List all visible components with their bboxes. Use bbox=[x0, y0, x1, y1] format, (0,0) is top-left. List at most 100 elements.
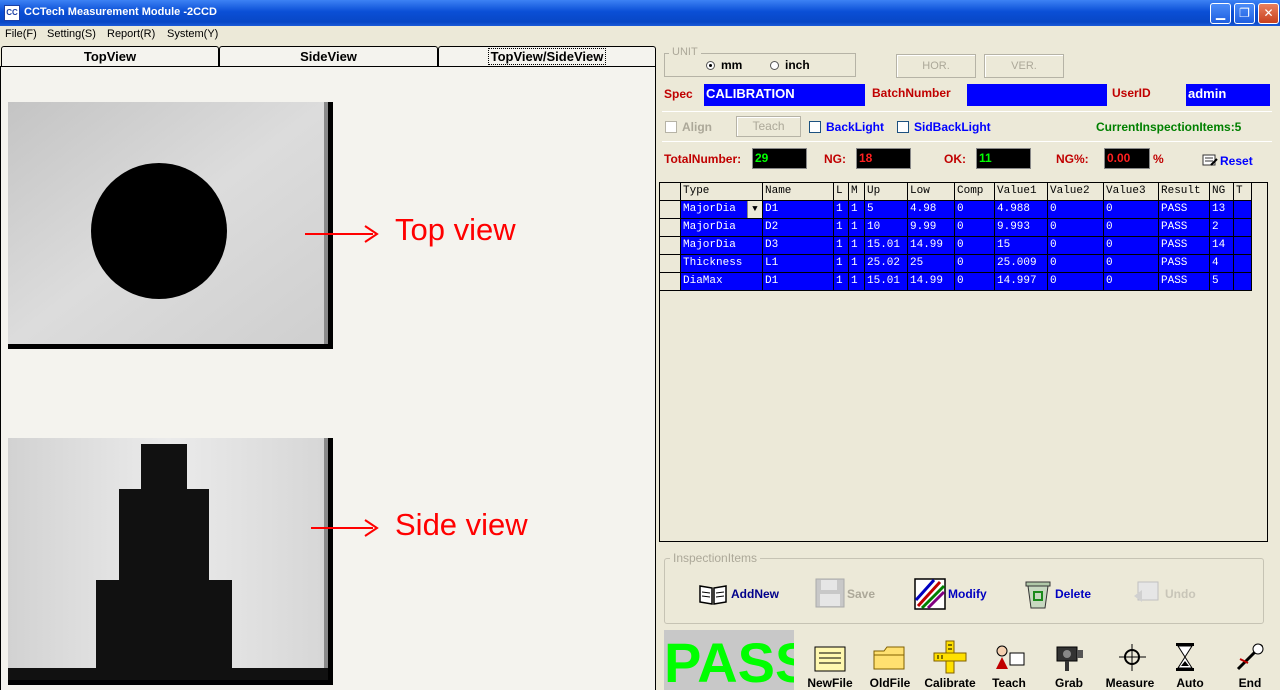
menu-setting[interactable]: Setting(S) bbox=[47, 28, 96, 40]
grid-cell-r2-result[interactable]: PASS bbox=[1159, 219, 1210, 237]
grid-row-header[interactable] bbox=[660, 237, 681, 255]
toolbar-teach[interactable]: Teach bbox=[982, 676, 1036, 690]
modify-icon[interactable] bbox=[914, 578, 946, 610]
grid-row-header[interactable] bbox=[660, 201, 681, 219]
grid-cell-r1-l[interactable]: 1 bbox=[834, 201, 849, 219]
teach-icon[interactable] bbox=[992, 643, 1026, 673]
grid-header-comp[interactable]: Comp bbox=[955, 183, 995, 201]
calibrate-icon[interactable] bbox=[933, 640, 967, 674]
grid-header-name[interactable]: Name bbox=[763, 183, 834, 201]
grid-cell-r4-result[interactable]: PASS bbox=[1159, 255, 1210, 273]
grid-header-value3[interactable]: Value3 bbox=[1104, 183, 1159, 201]
save-icon[interactable] bbox=[815, 578, 845, 608]
grid-cell-r3-m[interactable]: 1 bbox=[849, 237, 865, 255]
end-icon[interactable] bbox=[1234, 641, 1268, 673]
toolbar-grab[interactable]: Grab bbox=[1044, 676, 1094, 690]
grid-cell-r3-value1[interactable]: 15 bbox=[995, 237, 1048, 255]
grid-cell-r4-t[interactable] bbox=[1234, 255, 1252, 273]
grid-cell-r3-comp[interactable]: 0 bbox=[955, 237, 995, 255]
grid-cell-r5-value3[interactable]: 0 bbox=[1104, 273, 1159, 291]
undo-icon[interactable] bbox=[1132, 580, 1162, 608]
modify-button[interactable]: Modify bbox=[948, 587, 987, 601]
grid-cell-r4-m[interactable]: 1 bbox=[849, 255, 865, 273]
teach-button[interactable]: Teach bbox=[736, 116, 801, 137]
grid-cell-r5-value1[interactable]: 14.997 bbox=[995, 273, 1048, 291]
grid-cell-r3-value3[interactable]: 0 bbox=[1104, 237, 1159, 255]
grid-cell-r1-name[interactable]: D1 bbox=[763, 201, 834, 219]
grid-cell-r5-result[interactable]: PASS bbox=[1159, 273, 1210, 291]
grid-header-value2[interactable]: Value2 bbox=[1048, 183, 1104, 201]
grid-cell-r1-comp[interactable]: 0 bbox=[955, 201, 995, 219]
grid-header-result[interactable]: Result bbox=[1159, 183, 1210, 201]
grid-cell-r1-value3[interactable]: 0 bbox=[1104, 201, 1159, 219]
radio-inch[interactable] bbox=[770, 61, 779, 70]
spec-field[interactable]: CALIBRATION bbox=[704, 84, 865, 106]
grid-cell-r5-value2[interactable]: 0 bbox=[1048, 273, 1104, 291]
menu-file[interactable]: File(F) bbox=[5, 28, 37, 40]
grid-cell-r3-l[interactable]: 1 bbox=[834, 237, 849, 255]
grid-cell-r1-result[interactable]: PASS bbox=[1159, 201, 1210, 219]
grid-cell-r5-m[interactable]: 1 bbox=[849, 273, 865, 291]
grid-cell-r3-result[interactable]: PASS bbox=[1159, 237, 1210, 255]
grid-cell-r5-t[interactable] bbox=[1234, 273, 1252, 291]
menu-report[interactable]: Report(R) bbox=[107, 28, 155, 40]
grid-cell-r2-value3[interactable]: 0 bbox=[1104, 219, 1159, 237]
grid-cell-r2-value2[interactable]: 0 bbox=[1048, 219, 1104, 237]
grid-cell-r4-comp[interactable]: 0 bbox=[955, 255, 995, 273]
batch-field[interactable] bbox=[967, 84, 1107, 106]
grid-cell-r4-value2[interactable]: 0 bbox=[1048, 255, 1104, 273]
toolbar-auto[interactable]: Auto bbox=[1165, 676, 1215, 690]
grid-cell-r2-up[interactable]: 10 bbox=[865, 219, 908, 237]
grid-cell-r3-up[interactable]: 15.01 bbox=[865, 237, 908, 255]
grid-cell-r3-type[interactable]: MajorDia bbox=[681, 237, 763, 255]
hor-button[interactable]: HOR. bbox=[896, 54, 976, 78]
grid-cell-r5-name[interactable]: D1 bbox=[763, 273, 834, 291]
sidbacklight-checkbox[interactable] bbox=[897, 121, 909, 133]
grid-cell-r2-comp[interactable]: 0 bbox=[955, 219, 995, 237]
grid-cell-r1-type[interactable]: MajorDia ▼ bbox=[681, 201, 763, 219]
grid-cell-r5-ng[interactable]: 5 bbox=[1210, 273, 1234, 291]
grid-cell-r1-value1[interactable]: 4.988 bbox=[995, 201, 1048, 219]
grid-cell-r1-ng[interactable]: 13 bbox=[1210, 201, 1234, 219]
minimize-button[interactable]: ▁ bbox=[1210, 3, 1231, 24]
grid-header-l[interactable]: L bbox=[834, 183, 849, 201]
grid-cell-r3-low[interactable]: 14.99 bbox=[908, 237, 955, 255]
userid-field[interactable]: admin bbox=[1186, 84, 1270, 106]
save-button[interactable]: Save bbox=[847, 587, 875, 601]
grid-cell-r3-ng[interactable]: 14 bbox=[1210, 237, 1234, 255]
grid-header-up[interactable]: Up bbox=[865, 183, 908, 201]
grid-cell-r2-value1[interactable]: 9.993 bbox=[995, 219, 1048, 237]
grid-cell-r2-l[interactable]: 1 bbox=[834, 219, 849, 237]
grid-cell-r3-value2[interactable]: 0 bbox=[1048, 237, 1104, 255]
undo-button[interactable]: Undo bbox=[1165, 587, 1196, 601]
grid-cell-r1-t[interactable] bbox=[1234, 201, 1252, 219]
grid-cell-r1-up[interactable]: 5 bbox=[865, 201, 908, 219]
grid-cell-r4-name[interactable]: L1 bbox=[763, 255, 834, 273]
grid-cell-r2-type[interactable]: MajorDia bbox=[681, 219, 763, 237]
grid-row-header[interactable] bbox=[660, 219, 681, 237]
grid-header-m[interactable]: M bbox=[849, 183, 865, 201]
delete-icon[interactable] bbox=[1023, 578, 1053, 610]
grid-cell-r4-up[interactable]: 25.02 bbox=[865, 255, 908, 273]
new-file-icon[interactable] bbox=[813, 643, 847, 673]
delete-button[interactable]: Delete bbox=[1055, 587, 1091, 601]
radio-mm[interactable] bbox=[706, 61, 715, 70]
grab-icon[interactable] bbox=[1053, 641, 1085, 673]
grid-row-header[interactable] bbox=[660, 273, 681, 291]
backlight-checkbox[interactable] bbox=[809, 121, 821, 133]
tab-topview[interactable]: TopView bbox=[1, 46, 219, 67]
grid-cell-r5-low[interactable]: 14.99 bbox=[908, 273, 955, 291]
menu-system[interactable]: System(Y) bbox=[167, 28, 218, 40]
grid-cell-r2-t[interactable] bbox=[1234, 219, 1252, 237]
tab-topview-sideview[interactable]: TopView/SideView bbox=[438, 46, 656, 68]
close-button[interactable]: ✕ bbox=[1258, 3, 1279, 24]
add-new-icon[interactable] bbox=[698, 582, 728, 606]
grid-header-ng[interactable]: NG bbox=[1210, 183, 1234, 201]
maximize-button[interactable]: ❐ bbox=[1234, 3, 1255, 24]
reset-icon[interactable] bbox=[1202, 153, 1218, 167]
grid-cell-r5-comp[interactable]: 0 bbox=[955, 273, 995, 291]
toolbar-end[interactable]: End bbox=[1228, 676, 1272, 690]
grid-cell-r4-value1[interactable]: 25.009 bbox=[995, 255, 1048, 273]
tab-sideview[interactable]: SideView bbox=[219, 46, 438, 67]
grid-header-t[interactable]: T bbox=[1234, 183, 1252, 201]
